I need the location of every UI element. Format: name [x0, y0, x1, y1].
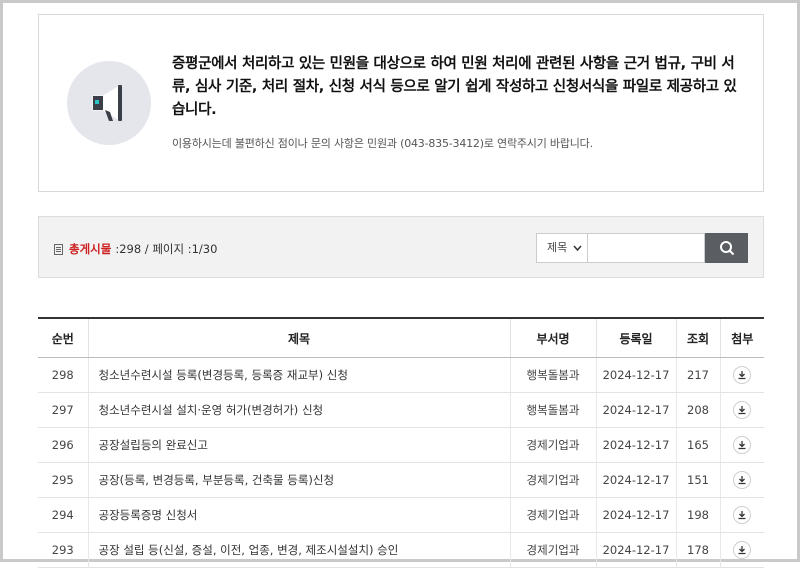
download-icon[interactable]: [733, 541, 752, 559]
row-no: 294: [38, 497, 88, 533]
table-row: 298 청소년수련시설 등록(변경등록, 등록증 재교부) 신청 행복돌봄과 2…: [38, 357, 764, 393]
row-date: 2024-12-17: [595, 357, 676, 393]
row-dept: 행복돌봄과: [509, 357, 596, 393]
header-title: 제목: [87, 317, 510, 358]
search-bar: 총게시물 :298 / 페이지 :1/30 제목: [38, 216, 764, 278]
row-views: 198: [675, 497, 720, 533]
row-date: 2024-12-17: [595, 427, 676, 463]
search-field-selected: 제목: [547, 241, 568, 254]
document-icon: [54, 243, 63, 255]
table-row: 295 공장(등록, 변경등록, 부분등록, 건축물 등록)신청 경제기업과 2…: [38, 462, 764, 498]
row-views: 178: [675, 532, 720, 568]
row-title-link[interactable]: 청소년수련시설 설치·운영 허가(변경허가) 신청: [87, 392, 510, 428]
row-views: 151: [675, 462, 720, 498]
row-date: 2024-12-17: [595, 392, 676, 428]
header-date: 등록일: [595, 317, 676, 358]
row-dept: 경제기업과: [509, 532, 596, 568]
row-no: 296: [38, 427, 88, 463]
row-title-link[interactable]: 공장등록증명 신청서: [87, 497, 510, 533]
row-dept: 경제기업과: [509, 462, 596, 498]
row-title-link[interactable]: 공장(등록, 변경등록, 부분등록, 건축물 등록)신청: [87, 462, 510, 498]
notice-box: 증평군에서 처리하고 있는 민원을 대상으로 하여 민원 처리에 관련된 사항을…: [38, 14, 764, 192]
megaphone-icon: [67, 61, 151, 145]
row-views: 217: [675, 357, 720, 393]
header-attach: 첨부: [719, 317, 764, 358]
header-views: 조회: [675, 317, 720, 358]
search-input[interactable]: [588, 233, 705, 263]
table-row: 294 공장등록증명 신청서 경제기업과 2024-12-17 198: [38, 497, 764, 533]
table-row: 293 공장 설립 등(신설, 증설, 이전, 업종, 변경, 제조시설설치) …: [38, 532, 764, 568]
row-dept: 행복돌봄과: [509, 392, 596, 428]
row-dept: 경제기업과: [509, 427, 596, 463]
board-table: 순번 제목 부서명 등록일 조회 첨부 298 청소년수련시설 등록(변경등록,…: [38, 317, 764, 568]
post-count: 총게시물 :298 / 페이지 :1/30: [54, 241, 217, 257]
search-icon: [719, 241, 734, 256]
row-no: 293: [38, 532, 88, 568]
row-dept: 경제기업과: [509, 497, 596, 533]
table-row: 297 청소년수련시설 설치·운영 허가(변경허가) 신청 행복돌봄과 2024…: [38, 392, 764, 428]
post-count-value: :298 / 페이지 :1/30: [115, 242, 218, 256]
row-title-link[interactable]: 청소년수련시설 등록(변경등록, 등록증 재교부) 신청: [87, 357, 510, 393]
row-title-link[interactable]: 공장설립등의 완료신고: [87, 427, 510, 463]
table-row: 296 공장설립등의 완료신고 경제기업과 2024-12-17 165: [38, 427, 764, 463]
header-no: 순번: [38, 317, 88, 358]
table-header-row: 순번 제목 부서명 등록일 조회 첨부: [38, 317, 764, 358]
row-date: 2024-12-17: [595, 532, 676, 568]
row-no: 297: [38, 392, 88, 428]
notice-main-text: 증평군에서 처리하고 있는 민원을 대상으로 하여 민원 처리에 관련된 사항을…: [172, 56, 737, 118]
notice-contact-text: 이용하시는데 불편하신 점이나 문의 사항은 민원과 (043-835-3412…: [172, 137, 593, 150]
download-icon[interactable]: [733, 366, 752, 384]
row-views: 208: [675, 392, 720, 428]
row-date: 2024-12-17: [595, 497, 676, 533]
download-icon[interactable]: [733, 401, 752, 419]
download-icon[interactable]: [733, 436, 752, 454]
header-dept: 부서명: [509, 317, 596, 358]
post-count-label: 총게시물: [69, 242, 112, 256]
row-date: 2024-12-17: [595, 462, 676, 498]
download-icon[interactable]: [733, 506, 752, 524]
row-title-link[interactable]: 공장 설립 등(신설, 증설, 이전, 업종, 변경, 제조시설설치) 승인: [87, 532, 510, 568]
download-icon[interactable]: [733, 471, 752, 489]
row-no: 295: [38, 462, 88, 498]
row-no: 298: [38, 357, 88, 393]
search-field-select[interactable]: 제목: [536, 233, 588, 263]
search-button[interactable]: [705, 233, 748, 263]
row-views: 165: [675, 427, 720, 463]
chevron-down-icon: [573, 234, 582, 274]
